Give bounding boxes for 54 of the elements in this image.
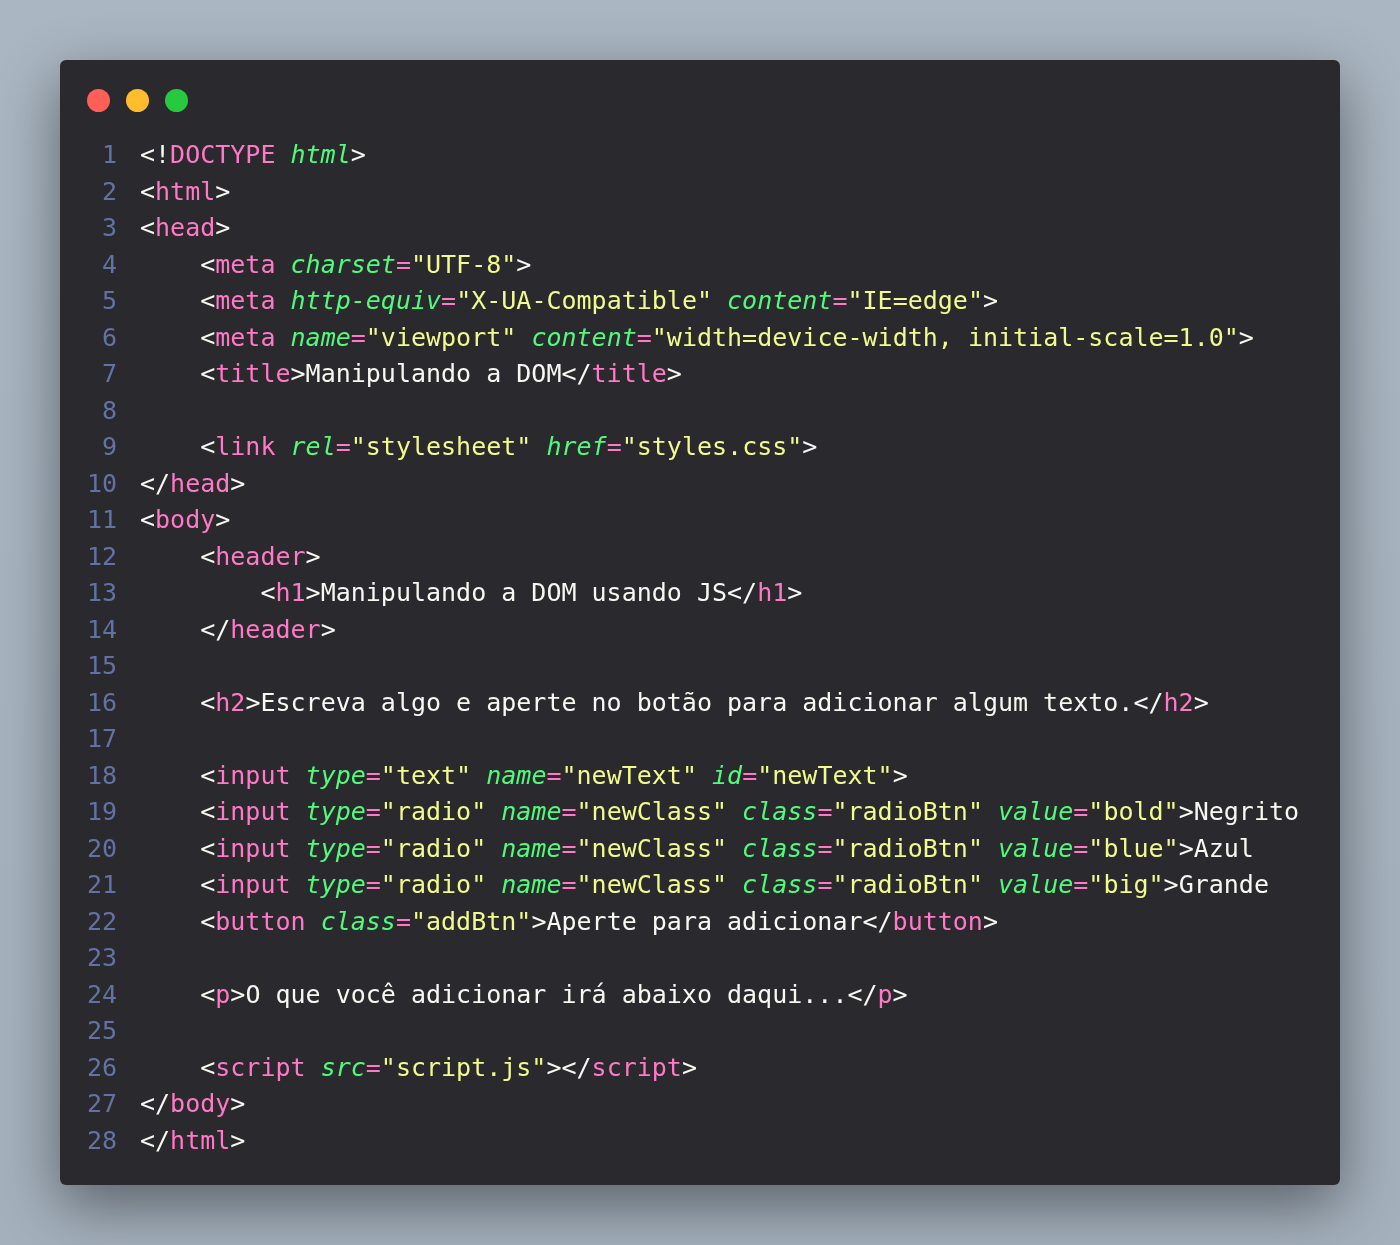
code-line: <title>Manipulando a DOM</title> xyxy=(199,358,682,390)
code-line: <html> xyxy=(140,175,231,208)
line-number: 10 xyxy=(87,467,117,500)
line-number: 14 xyxy=(87,613,117,646)
line-number: 15 xyxy=(87,650,117,682)
line-number: 1 xyxy=(100,139,117,171)
line-number: 21 xyxy=(87,869,117,901)
line-number: 6 xyxy=(100,321,117,354)
line-number: 27 xyxy=(87,1088,117,1120)
code-line: <input type="radio" name="newClass" class="radioBtn" value="blue">Azul xyxy=(199,832,1254,865)
code-line: <h2>Escreva algo e aperte no botão para adicionar algum texto.</h2> xyxy=(199,686,1209,719)
line-number: 28 xyxy=(87,1124,117,1157)
code-line: <input type="text" name="newText" id="newText"> xyxy=(199,759,908,792)
line-number: 5 xyxy=(100,285,117,317)
line-number: 9 xyxy=(100,431,117,463)
line-number: 11 xyxy=(87,504,117,536)
line-number: 18 xyxy=(87,759,117,792)
line-number: 4 xyxy=(100,248,117,281)
code-line: <!DOCTYPE html> xyxy=(140,139,366,171)
line-number: 25 xyxy=(87,1015,117,1047)
line-number: 3 xyxy=(100,212,117,244)
code-line: <meta name="viewport" content="width=device-width, initial-scale=1.0"> xyxy=(199,321,1254,354)
line-number: 13 xyxy=(87,577,117,609)
code-line: <script src="script.js"></script> xyxy=(199,1051,697,1084)
line-number: 2 xyxy=(100,175,117,208)
code-line: <header> xyxy=(199,540,321,573)
code-line: <link rel="stylesheet" href="styles.css"> xyxy=(199,431,818,463)
line-number: 24 xyxy=(87,978,117,1011)
window-control-button[interactable] xyxy=(165,89,188,112)
line-number: 23 xyxy=(87,942,117,974)
code-line: <h1>Manipulando a DOM usando JS</h1> xyxy=(259,577,803,609)
line-number: 22 xyxy=(87,905,117,938)
code-line: <meta http-equiv="X-UA-Compatible" content="IE=edge"> xyxy=(199,285,998,317)
code-line: <meta charset="UTF-8"> xyxy=(199,248,532,281)
code-line: <p>O que você adicionar irá abaixo daqui...</p> xyxy=(199,978,908,1011)
code-line: <button class="addBtn">Aperte para adicionar</button> xyxy=(199,905,998,938)
code-line: <body> xyxy=(140,504,231,536)
code-line: </html> xyxy=(140,1124,246,1157)
line-number: 8 xyxy=(100,394,117,427)
line-number: 26 xyxy=(87,1051,117,1084)
code-line: </header> xyxy=(199,613,336,646)
code-line: <input type="radio" name="newClass" class="radioBtn" value="big">Grande xyxy=(199,869,1269,901)
line-number: 16 xyxy=(87,686,117,719)
line-number: 12 xyxy=(87,540,117,573)
line-number: 20 xyxy=(87,832,117,865)
window-control-button[interactable] xyxy=(87,89,110,112)
line-number: 7 xyxy=(100,358,117,390)
code-line: <head> xyxy=(140,212,231,244)
code-line: <input type="radio" name="newClass" class="radioBtn" value="bold">Negrito xyxy=(199,796,1300,828)
line-number: 19 xyxy=(87,796,117,828)
line-number: 17 xyxy=(87,723,117,755)
window-control-button[interactable] xyxy=(126,89,149,112)
code-line: </body> xyxy=(140,1088,246,1120)
code-line: </head> xyxy=(140,467,246,500)
